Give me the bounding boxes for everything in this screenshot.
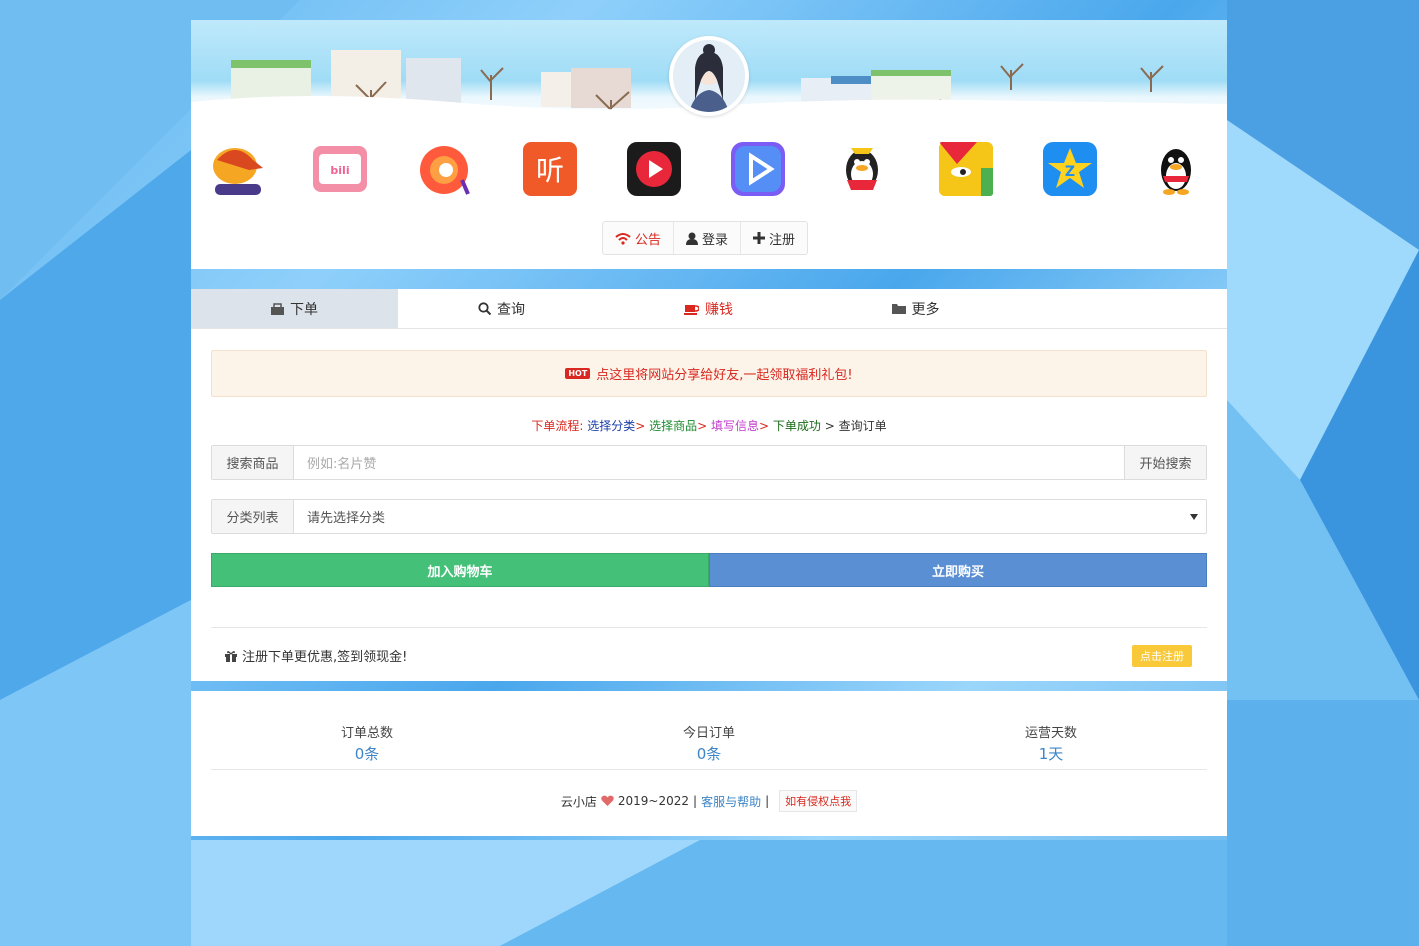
footer-brand: 云小店 xyxy=(560,794,597,809)
stat-value: 0条 xyxy=(696,745,722,763)
folder-icon xyxy=(891,304,906,314)
flow-step: 查询订单 xyxy=(838,419,887,433)
click-register-button[interactable]: 点击注册 xyxy=(1132,645,1192,667)
heart-icon xyxy=(601,795,614,806)
svg-text:听: 听 xyxy=(536,154,564,187)
qzone-star-icon[interactable]: Z xyxy=(1041,140,1099,198)
stat-label: 今日订单 xyxy=(682,726,735,741)
start-search-button[interactable]: 开始搜索 xyxy=(1124,446,1206,479)
search-label: 搜索商品 xyxy=(212,446,294,479)
report-infringement-link[interactable]: 如有侵权点我 xyxy=(779,790,858,812)
stats-card: 订单总数 0条 今日订单 0条 运营天数 1天 云小店 2019~2022 | … xyxy=(191,691,1227,836)
tab-order-label: 下单 xyxy=(290,301,318,318)
footer-sep: | xyxy=(693,794,698,808)
tab-bar: 下单 查询 赚钱 更多 xyxy=(191,289,1227,329)
flow-step: 选择商品 xyxy=(649,419,698,433)
search-input[interactable]: 例如:名片赞 xyxy=(294,446,1124,479)
register-promo: 注册下单更优惠,签到领现金! xyxy=(225,646,407,665)
app-icon-row: bili 听 Z xyxy=(191,140,1227,200)
top-nav-buttons: 公告 登录 注册 xyxy=(602,221,809,255)
login-label: 登录 xyxy=(702,232,729,248)
coffee-cup-icon xyxy=(684,304,699,315)
divider xyxy=(211,769,1207,770)
flow-sep: > xyxy=(697,419,708,433)
hot-badge: HOT xyxy=(565,368,591,379)
tab-more-label: 更多 xyxy=(911,301,940,318)
add-to-cart-button[interactable]: 加入购物车 xyxy=(211,553,709,587)
gift-icon xyxy=(225,650,237,662)
ting-app-icon[interactable]: 听 xyxy=(521,140,579,198)
share-notice-text: 点这里将网站分享给好友,一起领取福利礼包! xyxy=(596,368,853,383)
flow-sep: > xyxy=(759,419,770,433)
register-button[interactable]: 注册 xyxy=(741,222,807,254)
divider xyxy=(211,627,1207,628)
qq-penguin-yellow-icon[interactable] xyxy=(833,140,891,198)
search-group: 搜索商品 例如:名片赞 开始搜索 xyxy=(211,445,1207,480)
tab-earn[interactable]: 赚钱 xyxy=(605,289,812,328)
category-select[interactable]: 请先选择分类 xyxy=(294,500,1206,533)
tab-earn-label: 赚钱 xyxy=(705,301,733,318)
stat-operating-days: 运营天数 1天 xyxy=(951,722,1151,764)
flow-step: 选择分类 xyxy=(587,419,636,433)
help-link[interactable]: 客服与帮助 xyxy=(701,793,761,810)
winter-banner xyxy=(191,20,1227,130)
stat-label: 订单总数 xyxy=(340,726,393,741)
login-button[interactable]: 登录 xyxy=(674,222,742,254)
duck-bubble-app-icon[interactable] xyxy=(209,140,267,198)
angry-bird-app-icon[interactable] xyxy=(937,140,995,198)
category-group: 分类列表 请先选择分类 xyxy=(211,499,1207,534)
caret-down-icon xyxy=(1190,513,1198,520)
category-label: 分类列表 xyxy=(212,500,294,533)
user-icon xyxy=(686,232,699,245)
video-purple-app-icon[interactable] xyxy=(729,140,787,198)
search-icon xyxy=(478,302,491,315)
register-promo-text: 注册下单更优惠,签到领现金! xyxy=(242,650,408,665)
avatar[interactable] xyxy=(669,36,749,116)
stat-value: 1天 xyxy=(1038,745,1064,763)
stat-value: 0条 xyxy=(354,745,380,763)
register-label: 注册 xyxy=(769,232,796,248)
notice-button[interactable]: 公告 xyxy=(603,222,675,254)
tab-query[interactable]: 查询 xyxy=(398,289,605,328)
svg-text:bili: bili xyxy=(330,164,349,177)
buy-now-button[interactable]: 立即购买 xyxy=(709,553,1207,587)
action-buttons: 加入购物车 立即购买 xyxy=(211,553,1207,587)
category-selected: 请先选择分类 xyxy=(307,511,386,526)
avatar-illustration xyxy=(673,40,745,112)
bilibili-icon[interactable]: bili xyxy=(311,140,369,198)
flow-step: 下单成功 xyxy=(772,419,821,433)
stat-today-orders: 今日订单 0条 xyxy=(609,722,809,764)
plus-icon xyxy=(753,232,766,244)
flow-sep: > xyxy=(824,419,835,433)
header-card: bili 听 Z 公告 登录 注册 xyxy=(191,20,1227,269)
video-play-app-icon[interactable] xyxy=(625,140,683,198)
footer-sep: | xyxy=(765,794,770,808)
stat-label: 运营天数 xyxy=(1024,726,1077,741)
page-container: bili 听 Z 公告 登录 注册 下单 查询 赚钱 更多 HOT 点这里将网站… xyxy=(191,20,1227,836)
order-card: 下单 查询 赚钱 更多 HOT 点这里将网站分享给好友,一起领取福利礼包! 下单… xyxy=(191,289,1227,681)
qq-penguin-icon[interactable] xyxy=(1147,140,1205,198)
order-flow: 下单流程: 选择分类> 选择商品> 填写信息> 下单成功 > 查询订单 xyxy=(191,417,1227,434)
flow-sep: > xyxy=(635,419,646,433)
notice-label: 公告 xyxy=(635,232,662,248)
flow-label: 下单流程: xyxy=(531,419,584,433)
tab-query-label: 查询 xyxy=(497,301,525,318)
tab-more[interactable]: 更多 xyxy=(812,289,1019,328)
music-note-app-icon[interactable] xyxy=(416,140,474,198)
tab-order[interactable]: 下单 xyxy=(191,289,398,328)
share-notice-bar[interactable]: HOT 点这里将网站分享给好友,一起领取福利礼包! xyxy=(211,350,1207,397)
stat-total-orders: 订单总数 0条 xyxy=(267,722,467,764)
footer: 云小店 2019~2022 | 客服与帮助 | 如有侵权点我 xyxy=(191,790,1227,812)
flow-step: 填写信息 xyxy=(711,419,760,433)
footer-years: 2019~2022 xyxy=(617,794,690,808)
svg-text:Z: Z xyxy=(1065,164,1075,180)
wifi-icon xyxy=(615,232,631,245)
bag-icon xyxy=(271,302,284,315)
